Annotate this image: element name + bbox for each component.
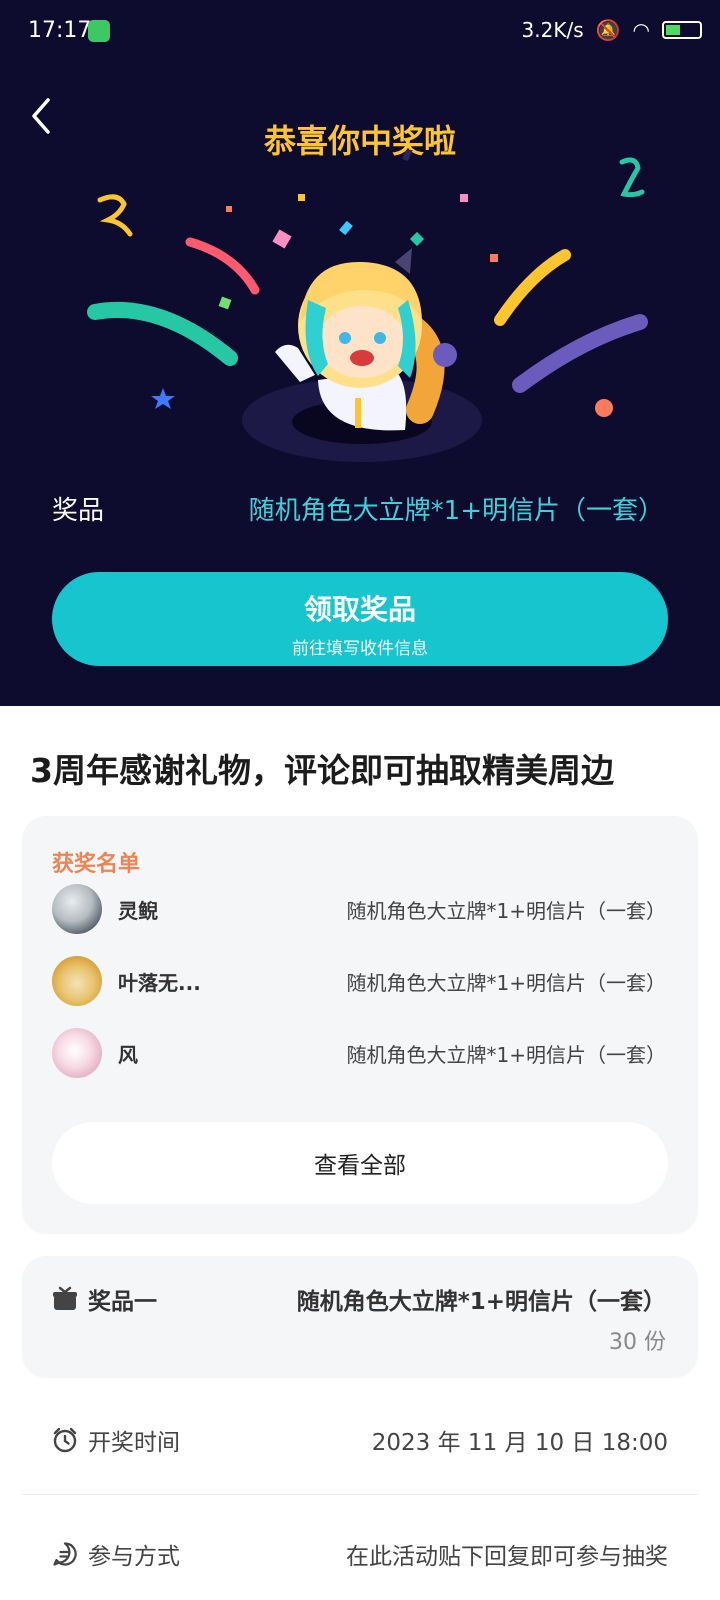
winner-row[interactable]: 风 随机角色大立牌*1+明信片（一套） bbox=[52, 1026, 666, 1080]
winner-prize: 随机角色大立牌*1+明信片（一套） bbox=[346, 970, 666, 995]
alarm-clock-icon bbox=[52, 1427, 78, 1453]
prize-hero: 17:17 3.2K/s 🔕 ◠ 恭喜你中奖啦 奖品 随机角色大立牌*1+明信片… bbox=[0, 0, 720, 706]
app-notification-icon bbox=[88, 20, 110, 42]
comment-icon bbox=[52, 1541, 78, 1567]
winner-name: 灵鲵 bbox=[118, 898, 158, 923]
prize-label: 奖品 bbox=[52, 495, 105, 526]
claim-prize-button[interactable]: 领取奖品 前往填写收件信息 bbox=[52, 572, 668, 666]
wifi-icon: ◠ bbox=[632, 18, 650, 42]
prize-summary: 奖品 随机角色大立牌*1+明信片（一套） bbox=[52, 486, 664, 530]
mute-icon: 🔕 bbox=[595, 18, 621, 42]
gift-icon bbox=[52, 1286, 78, 1312]
status-time: 17:17 bbox=[28, 18, 92, 43]
event-title: 3周年感谢礼物，评论即可抽取精美周边 bbox=[30, 751, 614, 790]
winner-name: 叶落无... bbox=[118, 970, 201, 995]
draw-time-value: 2023 年 11 月 10 日 18:00 bbox=[371, 1430, 668, 1456]
draw-time-label: 开奖时间 bbox=[88, 1430, 180, 1456]
winners-card: 获奖名单 灵鲵 随机角色大立牌*1+明信片（一套） 叶落无... 随机角色大立牌… bbox=[22, 816, 698, 1234]
divider bbox=[22, 1494, 698, 1495]
avatar bbox=[52, 1028, 102, 1078]
prize-value: 随机角色大立牌*1+明信片（一套） bbox=[248, 495, 664, 526]
winner-row[interactable]: 灵鲵 随机角色大立牌*1+明信片（一套） bbox=[52, 882, 666, 936]
prize-detail-card: 奖品一 随机角色大立牌*1+明信片（一套） 30 份 bbox=[22, 1256, 698, 1378]
prize-tier-label: 奖品一 bbox=[88, 1289, 157, 1315]
participation-value: 在此活动贴下回复即可参与抽奖 bbox=[346, 1544, 668, 1570]
participation-row: 参与方式 在此活动贴下回复即可参与抽奖 bbox=[52, 1534, 668, 1574]
winner-prize: 随机角色大立牌*1+明信片（一套） bbox=[346, 1042, 666, 1067]
network-speed: 3.2K/s bbox=[521, 18, 584, 42]
prize-quantity: 30 份 bbox=[609, 1330, 666, 1355]
avatar bbox=[52, 884, 102, 934]
see-all-button[interactable]: 查看全部 bbox=[52, 1122, 668, 1204]
winner-name: 风 bbox=[118, 1042, 138, 1067]
participation-label: 参与方式 bbox=[88, 1544, 180, 1570]
winner-prize: 随机角色大立牌*1+明信片（一套） bbox=[346, 898, 666, 923]
claim-prize-sublabel: 前往填写收件信息 bbox=[292, 639, 428, 659]
avatar bbox=[52, 956, 102, 1006]
winner-row[interactable]: 叶落无... 随机角色大立牌*1+明信片（一套） bbox=[52, 954, 666, 1008]
prize-tier-value: 随机角色大立牌*1+明信片（一套） bbox=[296, 1289, 666, 1315]
status-bar: 17:17 3.2K/s 🔕 ◠ bbox=[0, 0, 720, 64]
winners-title: 获奖名单 bbox=[52, 852, 141, 877]
battery-icon bbox=[662, 21, 702, 39]
celebration-illustration bbox=[87, 150, 648, 462]
claim-prize-label: 领取奖品 bbox=[303, 593, 416, 626]
draw-time-row: 开奖时间 2023 年 11 月 10 日 18:00 bbox=[52, 1420, 668, 1460]
